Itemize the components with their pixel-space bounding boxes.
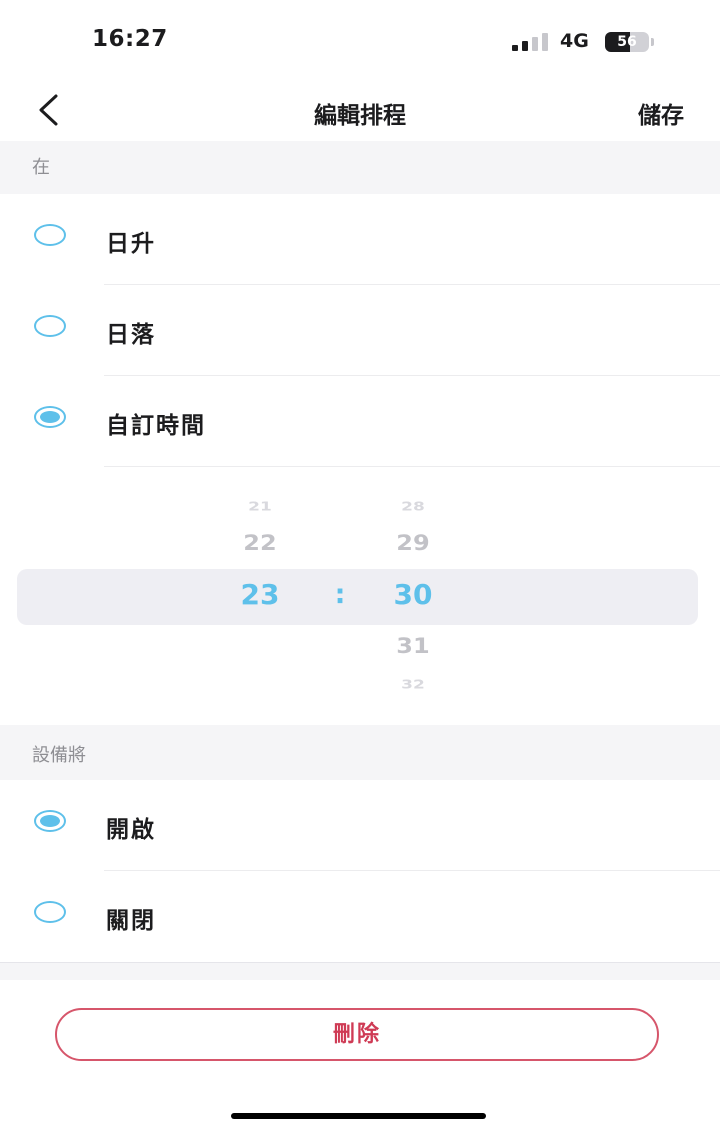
home-indicator bbox=[231, 1113, 486, 1119]
radio-unchecked-icon[interactable] bbox=[34, 901, 66, 923]
picker-hour[interactable]: 22 bbox=[210, 530, 310, 555]
battery-icon: 56 bbox=[605, 32, 649, 52]
option-sunset[interactable]: 日落 bbox=[0, 285, 720, 376]
picker-selection-band bbox=[17, 569, 698, 625]
delete-button[interactable]: 刪除 bbox=[55, 1008, 659, 1061]
option-label: 自訂時間 bbox=[106, 413, 206, 439]
radio-checked-icon[interactable] bbox=[34, 406, 66, 428]
radio-checked-icon[interactable] bbox=[34, 810, 66, 832]
battery-level: 56 bbox=[617, 34, 637, 50]
page-title: 編輯排程 bbox=[314, 103, 406, 129]
radio-unchecked-icon[interactable] bbox=[34, 224, 66, 246]
picker-minute-selected[interactable]: 30 bbox=[363, 578, 463, 611]
picker-hour[interactable]: 21 bbox=[210, 500, 310, 514]
option-label: 關閉 bbox=[106, 908, 156, 934]
minute-wheel[interactable]: 28 29 30 31 32 bbox=[363, 467, 463, 725]
signal-strength-icon bbox=[512, 33, 550, 51]
section-header-at: 在 bbox=[0, 141, 720, 194]
option-label: 日升 bbox=[106, 231, 156, 257]
save-button[interactable]: 儲存 bbox=[638, 96, 684, 130]
option-turn-off[interactable]: 關閉 bbox=[0, 871, 720, 962]
picker-hour-selected[interactable]: 23 bbox=[210, 578, 310, 611]
picker-minute[interactable]: 28 bbox=[363, 500, 463, 514]
option-custom-time[interactable]: 自訂時間 bbox=[0, 376, 720, 467]
picker-minute[interactable]: 31 bbox=[363, 633, 463, 658]
status-time: 16:27 bbox=[92, 26, 168, 52]
time-separator: : bbox=[334, 579, 346, 610]
battery-cap bbox=[651, 38, 654, 46]
radio-unchecked-icon[interactable] bbox=[34, 315, 66, 337]
option-turn-on[interactable]: 開啟 bbox=[0, 780, 720, 871]
section-spacer bbox=[0, 962, 720, 980]
hour-wheel[interactable]: 21 22 23 bbox=[210, 467, 310, 725]
nav-bar: 編輯排程 儲存 bbox=[0, 80, 720, 140]
network-type: 4G bbox=[560, 30, 589, 52]
section-header-device: 設備將 bbox=[0, 725, 720, 780]
option-label: 日落 bbox=[106, 322, 156, 348]
picker-minute[interactable]: 29 bbox=[363, 530, 463, 555]
option-label: 開啟 bbox=[106, 817, 156, 843]
picker-minute[interactable]: 32 bbox=[363, 678, 463, 692]
time-picker[interactable]: 21 22 23 : 28 29 30 31 32 bbox=[0, 467, 720, 725]
option-sunrise[interactable]: 日升 bbox=[0, 194, 720, 285]
status-bar: 16:27 4G 56 bbox=[0, 0, 720, 80]
